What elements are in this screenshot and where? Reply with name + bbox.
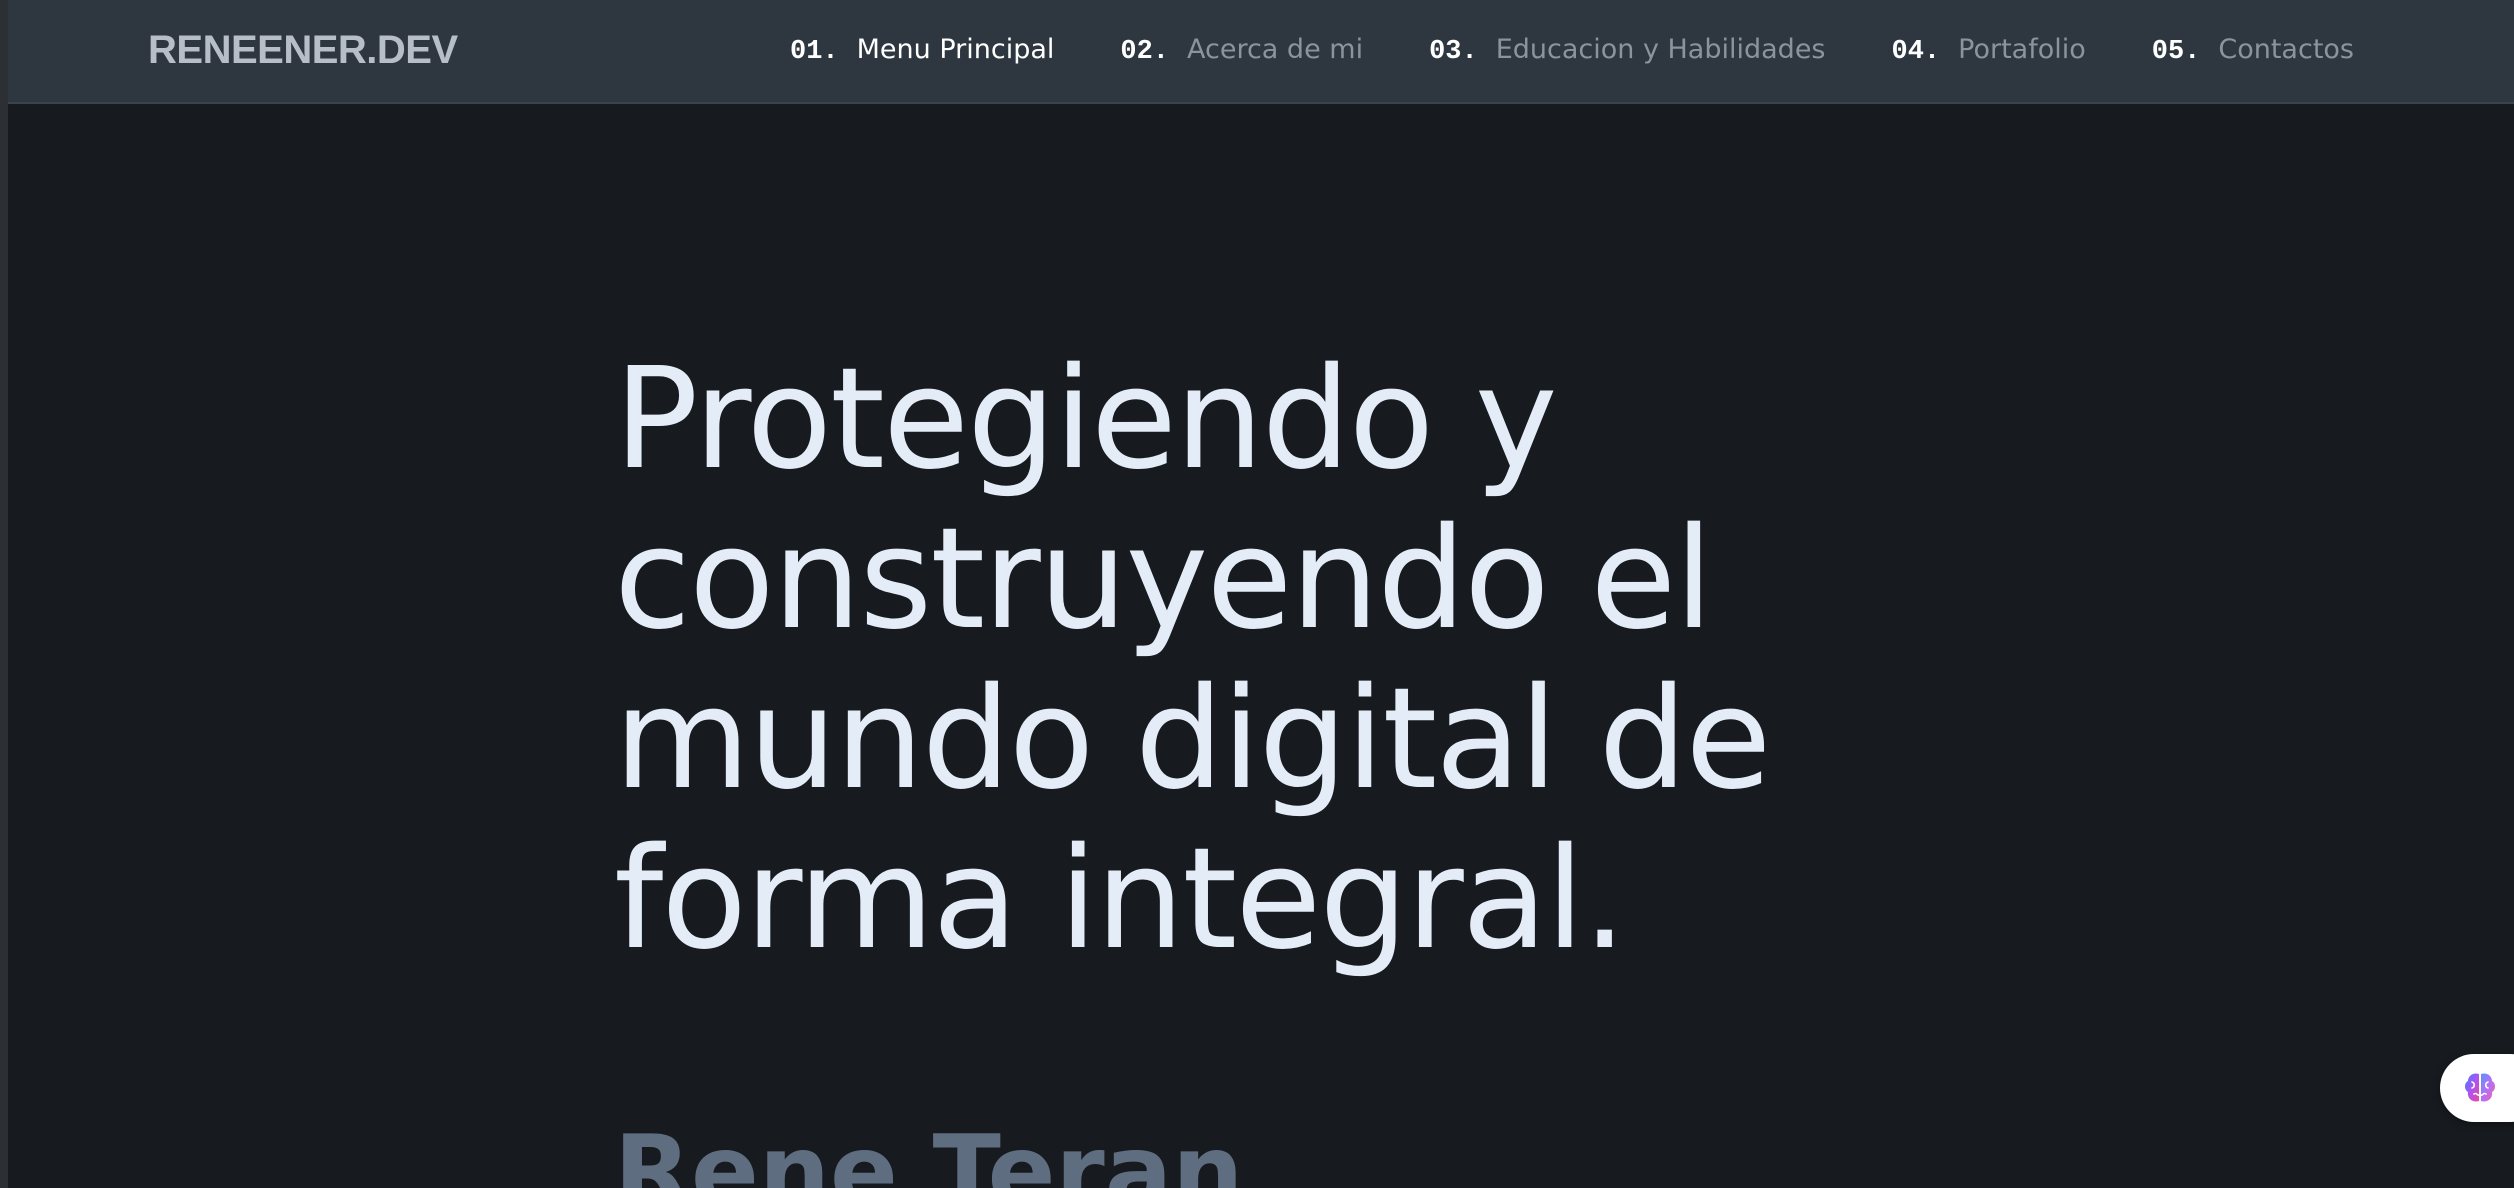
- hero-title-line: construyendo el: [614, 498, 1713, 661]
- hero-name: Rene Teran: [614, 1113, 1244, 1188]
- nav-item-number: 04.: [1891, 36, 1941, 67]
- nav-item-number: 03.: [1429, 36, 1478, 67]
- nav-item-number: 01.: [790, 36, 839, 67]
- nav-item-label: Menu Principal: [856, 33, 1055, 65]
- hero-title-line: Protegiendo y: [614, 338, 1558, 501]
- nav-item-number: 05.: [2151, 36, 2201, 67]
- hero-title-line: mundo digital de: [614, 658, 1771, 821]
- main-nav: 01. Menu Principal 02. Acerca de mi 03. …: [790, 0, 2354, 100]
- site-logo[interactable]: RENEENER.DEV: [148, 28, 458, 73]
- hero-section: Protegiendo y construyendo el mundo digi…: [614, 340, 2014, 980]
- brain-icon: [2465, 1073, 2495, 1102]
- nav-item-label: Contactos: [2218, 33, 2354, 65]
- nav-item-acerca-de-mi[interactable]: 02. Acerca de mi: [1120, 34, 1363, 67]
- page: RENEENER.DEV 01. Menu Principal 02. Acer…: [8, 0, 2514, 1188]
- browser-frame: RENEENER.DEV 01. Menu Principal 02. Acer…: [0, 0, 2514, 1188]
- navbar: RENEENER.DEV 01. Menu Principal 02. Acer…: [8, 0, 2514, 104]
- hero-title-line: forma integral.: [614, 818, 1627, 981]
- nav-item-label: Portafolio: [1958, 33, 2086, 65]
- nav-item-number: 02.: [1120, 36, 1169, 67]
- ai-assistant-button[interactable]: [2440, 1054, 2514, 1122]
- nav-item-portafolio[interactable]: 04. Portafolio: [1892, 34, 2086, 67]
- hero-title: Protegiendo y construyendo el mundo digi…: [614, 340, 2014, 980]
- nav-item-label: Acerca de mi: [1187, 33, 1364, 65]
- nav-item-menu-principal[interactable]: 01. Menu Principal: [790, 34, 1054, 67]
- nav-item-contactos[interactable]: 05. Contactos: [2152, 34, 2354, 67]
- nav-item-educacion[interactable]: 03. Educacion y Habilidades: [1429, 34, 1825, 67]
- nav-item-label: Educacion y Habilidades: [1495, 33, 1826, 65]
